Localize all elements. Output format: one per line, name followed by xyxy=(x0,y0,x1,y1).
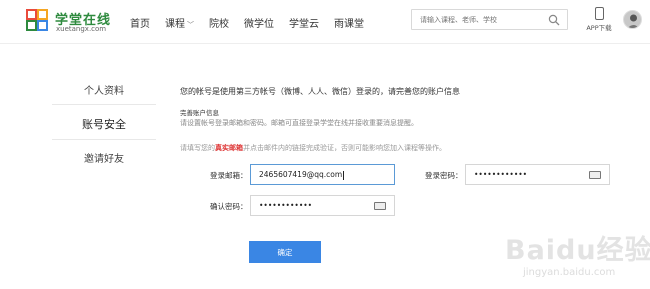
nav-schools[interactable]: 院校 xyxy=(209,15,229,30)
sidebar-item-invite-friends[interactable]: 邀请好友 xyxy=(52,150,156,165)
nav-xuetang-cloud[interactable]: 学堂云 xyxy=(289,15,319,30)
search-icon[interactable] xyxy=(548,14,560,26)
top-header: 学堂在线 xuetangx.com 首页 课程 ﹀ 院校 微学位 学堂云 雨课堂 … xyxy=(0,0,650,44)
password-label: 登录密码： xyxy=(425,171,463,180)
section-title: 完善账户信息 xyxy=(180,109,219,117)
baidu-jingyan-watermark: Baidu经验 xyxy=(505,235,650,266)
email-verification-note: 请填写您的真实邮箱并点击邮件内的链接完成验证，否则可能影响您加入课程等操作。 xyxy=(180,143,446,153)
main-nav: 首页 课程 ﹀ 院校 微学位 学堂云 雨课堂 xyxy=(130,15,379,30)
keyboard-icon[interactable] xyxy=(374,202,386,210)
app-download-link[interactable]: APP下载 xyxy=(584,7,614,37)
page-title: 您的帐号是使用第三方帐号（微博、人人、微信）登录的，请完善您的账户信息 xyxy=(180,87,460,96)
sidebar-divider xyxy=(52,139,156,140)
sidebar-item-account-security[interactable]: 账号安全 xyxy=(52,116,156,132)
text-cursor xyxy=(343,170,345,180)
nav-courses-label: 课程 xyxy=(165,19,185,30)
sidebar-divider xyxy=(52,104,156,105)
sidebar-item-profile[interactable]: 个人资料 xyxy=(52,82,156,97)
note-suffix: 并点击邮件内的链接完成验证，否则可能影响您加入课程等操作。 xyxy=(243,144,446,152)
nav-micro-degree[interactable]: 微学位 xyxy=(244,15,274,30)
password-field[interactable]: •••••••••••• xyxy=(465,164,610,185)
email-field[interactable]: 2465607419@qq.com xyxy=(250,164,395,185)
app-download-label: APP下载 xyxy=(586,24,612,32)
chevron-down-icon: ﹀ xyxy=(187,21,194,29)
mobile-phone-icon xyxy=(594,7,604,20)
logo-subtitle: xuetangx.com xyxy=(56,25,107,33)
avatar[interactable] xyxy=(623,10,642,29)
note-highlight: 真实邮箱 xyxy=(215,144,243,152)
user-avatar-icon xyxy=(627,14,640,28)
nav-home[interactable]: 首页 xyxy=(130,15,150,30)
email-value-text: 2465607419@qq.com xyxy=(259,170,343,179)
section-description: 请设置帐号登录邮箱和密码。邮箱可直接登录学堂在线并接收重要消息提醒。 xyxy=(180,119,418,127)
xuetangx-logo-icon[interactable] xyxy=(26,9,48,31)
nav-courses[interactable]: 课程 ﹀ xyxy=(165,15,194,30)
confirm-password-value: •••••••••••• xyxy=(259,201,313,210)
submit-button[interactable]: 确定 xyxy=(249,241,321,263)
email-value: 2465607419@qq.com xyxy=(259,170,345,180)
search-box xyxy=(411,9,568,30)
password-value: •••••••••••• xyxy=(474,170,528,179)
nav-rain-classroom[interactable]: 雨课堂 xyxy=(334,15,364,30)
confirm-password-label: 确认密码： xyxy=(210,202,248,211)
confirm-password-field[interactable]: •••••••••••• xyxy=(250,195,395,216)
note-prefix: 请填写您的 xyxy=(180,144,215,152)
email-label: 登录邮箱： xyxy=(210,171,248,180)
keyboard-icon[interactable] xyxy=(589,171,601,179)
search-input[interactable] xyxy=(420,13,545,27)
watermark-url: jingyan.baidu.com xyxy=(523,267,616,278)
